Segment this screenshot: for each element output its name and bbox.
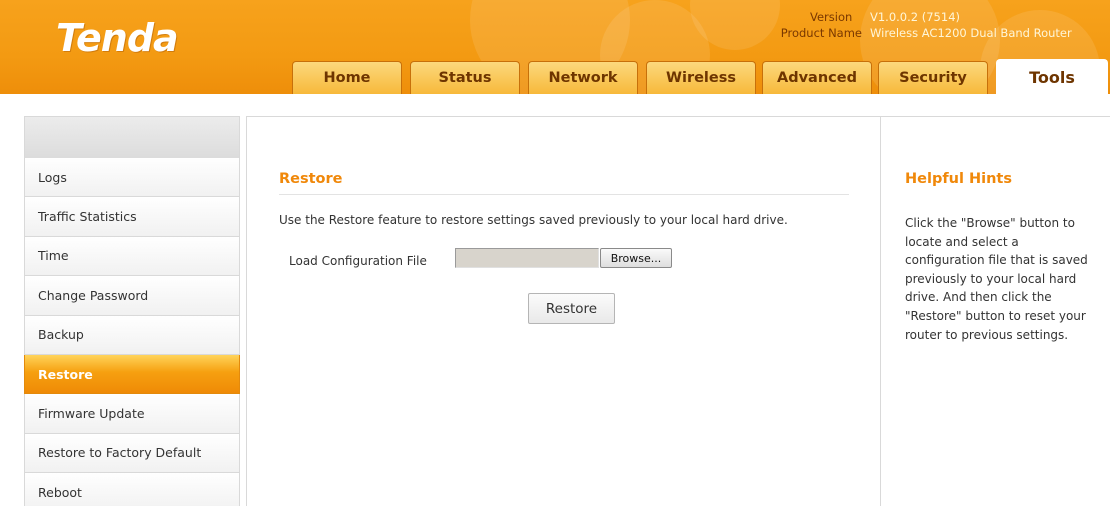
tab-network[interactable]: Network — [528, 61, 638, 94]
tab-wireless[interactable]: Wireless — [646, 61, 756, 94]
product-name-value: Wireless AC1200 Dual Band Router — [870, 26, 1072, 40]
tab-home[interactable]: Home — [292, 61, 402, 94]
tab-tools[interactable]: Tools — [996, 59, 1108, 94]
sidebar-item-firmware-update[interactable]: Firmware Update — [24, 394, 240, 434]
sidebar-item-backup[interactable]: Backup — [24, 315, 240, 355]
sidebar-item-restore[interactable]: Restore — [24, 354, 240, 395]
tenda-logo: Tenda — [56, 16, 179, 60]
tab-security[interactable]: Security — [878, 61, 988, 94]
sidebar-menu: Logs Traffic Statistics Time Change Pass… — [24, 116, 240, 506]
load-config-file-label: Load Configuration File — [289, 254, 427, 268]
browse-button[interactable]: Browse... — [600, 248, 672, 268]
tab-status[interactable]: Status — [410, 61, 520, 94]
config-file-input[interactable] — [455, 248, 599, 268]
sidebar-item-restore-factory-default[interactable]: Restore to Factory Default — [24, 433, 240, 474]
hints-title: Helpful Hints — [905, 171, 1012, 187]
sidebar-item-traffic-statistics[interactable]: Traffic Statistics — [24, 197, 240, 237]
main-content-panel: Restore Use the Restore feature to resto… — [246, 116, 880, 506]
restore-button[interactable]: Restore — [528, 293, 615, 324]
hints-text: Click the "Browse" button to locate and … — [905, 216, 1088, 342]
header-banner: Tenda Version V1.0.0.2 (7514) Product Na… — [0, 0, 1110, 94]
version-value: V1.0.0.2 (7514) — [870, 10, 960, 24]
sidebar-header — [24, 116, 240, 158]
sidebar-item-change-password[interactable]: Change Password — [24, 276, 240, 316]
product-name-label: Product Name — [780, 26, 862, 40]
product-info: Version V1.0.0.2 (7514) Product Name Wir… — [780, 9, 1072, 41]
helpful-hints-panel: Helpful Hints Click the "Browse" button … — [880, 116, 1110, 506]
sidebar-item-reboot[interactable]: Reboot — [24, 473, 240, 506]
page-title: Restore — [279, 171, 343, 187]
sidebar-item-time[interactable]: Time — [24, 236, 240, 277]
title-divider — [279, 194, 849, 195]
sidebar-item-logs[interactable]: Logs — [24, 158, 240, 198]
version-label: Version — [810, 10, 853, 24]
restore-description: Use the Restore feature to restore setti… — [279, 213, 788, 227]
tab-advanced[interactable]: Advanced — [762, 61, 872, 94]
